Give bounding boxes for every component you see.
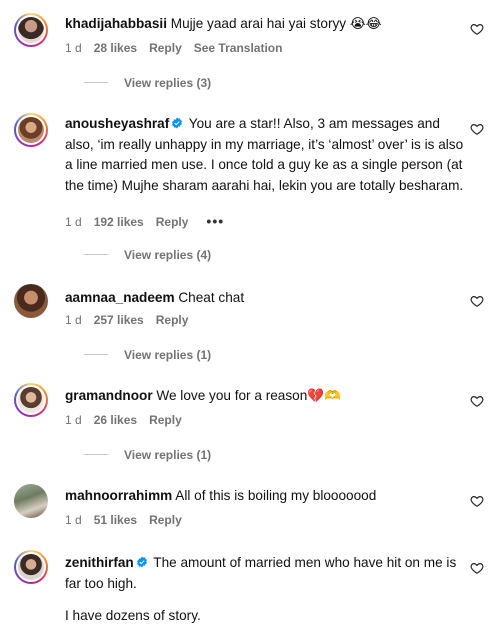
comment-text: Mujje yaad arai hai yai storyy 😭😂 — [170, 16, 382, 31]
reply-button[interactable]: Reply — [149, 413, 182, 427]
heart-outline-icon[interactable] — [470, 122, 484, 136]
verified-badge-icon — [172, 117, 183, 129]
divider-line — [84, 82, 108, 83]
avatar[interactable] — [14, 113, 48, 147]
comment-body: gramandnoor We love you for a reason💔🫶 — [65, 386, 465, 407]
divider-line — [84, 454, 108, 455]
reply-button[interactable]: Reply — [156, 313, 189, 327]
comment-text: All of this is boiling my blooooood — [175, 488, 377, 503]
reply-button[interactable]: Reply — [149, 41, 182, 55]
comment-body: zenithirfan The amount of married men wh… — [65, 553, 465, 594]
heart-outline-icon[interactable] — [470, 294, 484, 308]
view-replies-button[interactable]: View replies (1) — [84, 448, 211, 462]
reply-button[interactable]: Reply — [156, 215, 189, 229]
avatar[interactable] — [14, 383, 48, 417]
username-link[interactable]: gramandnoor — [65, 388, 153, 403]
comment-text-continued: I have dozens of story. — [65, 608, 201, 623]
likes-count[interactable]: 26 likes — [94, 413, 137, 427]
comment-body: mahnoorrahimm All of this is boiling my … — [65, 486, 465, 507]
view-replies-label: View replies (4) — [124, 248, 212, 262]
comment-text: We love you for a reason💔🫶 — [156, 388, 342, 403]
likes-count[interactable]: 28 likes — [94, 41, 137, 55]
username-link[interactable]: khadijahabbasii — [65, 16, 167, 31]
verified-badge-icon — [136, 556, 147, 568]
view-replies-button[interactable]: View replies (3) — [84, 76, 211, 90]
comment-meta: 1 d 26 likes Reply — [65, 413, 182, 427]
comment-meta: 1 d 257 likes Reply — [65, 313, 188, 327]
view-replies-label: View replies (3) — [124, 76, 212, 90]
avatar[interactable] — [14, 484, 48, 518]
heart-outline-icon[interactable] — [470, 394, 484, 408]
likes-count[interactable]: 192 likes — [94, 215, 144, 229]
view-replies-label: View replies (1) — [124, 348, 212, 362]
username-link[interactable]: anousheyashraf — [65, 116, 169, 131]
comment-body: anousheyashraf You are a star!! Also, 3 … — [65, 114, 465, 196]
avatar[interactable] — [14, 550, 48, 584]
heart-outline-icon[interactable] — [470, 494, 484, 508]
view-replies-button[interactable]: View replies (1) — [84, 348, 211, 362]
comment-text: Cheat chat — [178, 290, 245, 305]
heart-outline-icon[interactable] — [470, 561, 484, 575]
divider-line — [84, 254, 108, 255]
reply-button[interactable]: Reply — [149, 513, 182, 527]
comment-time: 1 d — [65, 313, 82, 327]
comment-body: aamnaa_nadeem Cheat chat — [65, 288, 465, 309]
comment-meta: 1 d 28 likes Reply See Translation — [65, 41, 282, 55]
view-replies-label: View replies (1) — [124, 448, 212, 462]
username-link[interactable]: mahnoorrahimm — [65, 488, 172, 503]
username-link[interactable]: aamnaa_nadeem — [65, 290, 175, 305]
avatar[interactable] — [14, 284, 48, 318]
comment-time: 1 d — [65, 215, 82, 229]
comment-time: 1 d — [65, 413, 82, 427]
see-translation-button[interactable]: See Translation — [194, 41, 283, 55]
more-options-icon[interactable]: ••• — [206, 213, 224, 229]
comment-time: 1 d — [65, 513, 82, 527]
view-replies-button[interactable]: View replies (4) — [84, 248, 211, 262]
username-link[interactable]: zenithirfan — [65, 555, 134, 570]
comment-body: khadijahabbasii Mujje yaad arai hai yai … — [65, 14, 465, 35]
comment-time: 1 d — [65, 41, 82, 55]
heart-outline-icon[interactable] — [470, 22, 484, 36]
likes-count[interactable]: 257 likes — [94, 313, 144, 327]
comment-meta: 1 d 192 likes Reply ••• — [65, 213, 224, 229]
comment-meta: 1 d 51 likes Reply — [65, 513, 182, 527]
likes-count[interactable]: 51 likes — [94, 513, 137, 527]
divider-line — [84, 354, 108, 355]
avatar[interactable] — [14, 13, 48, 47]
